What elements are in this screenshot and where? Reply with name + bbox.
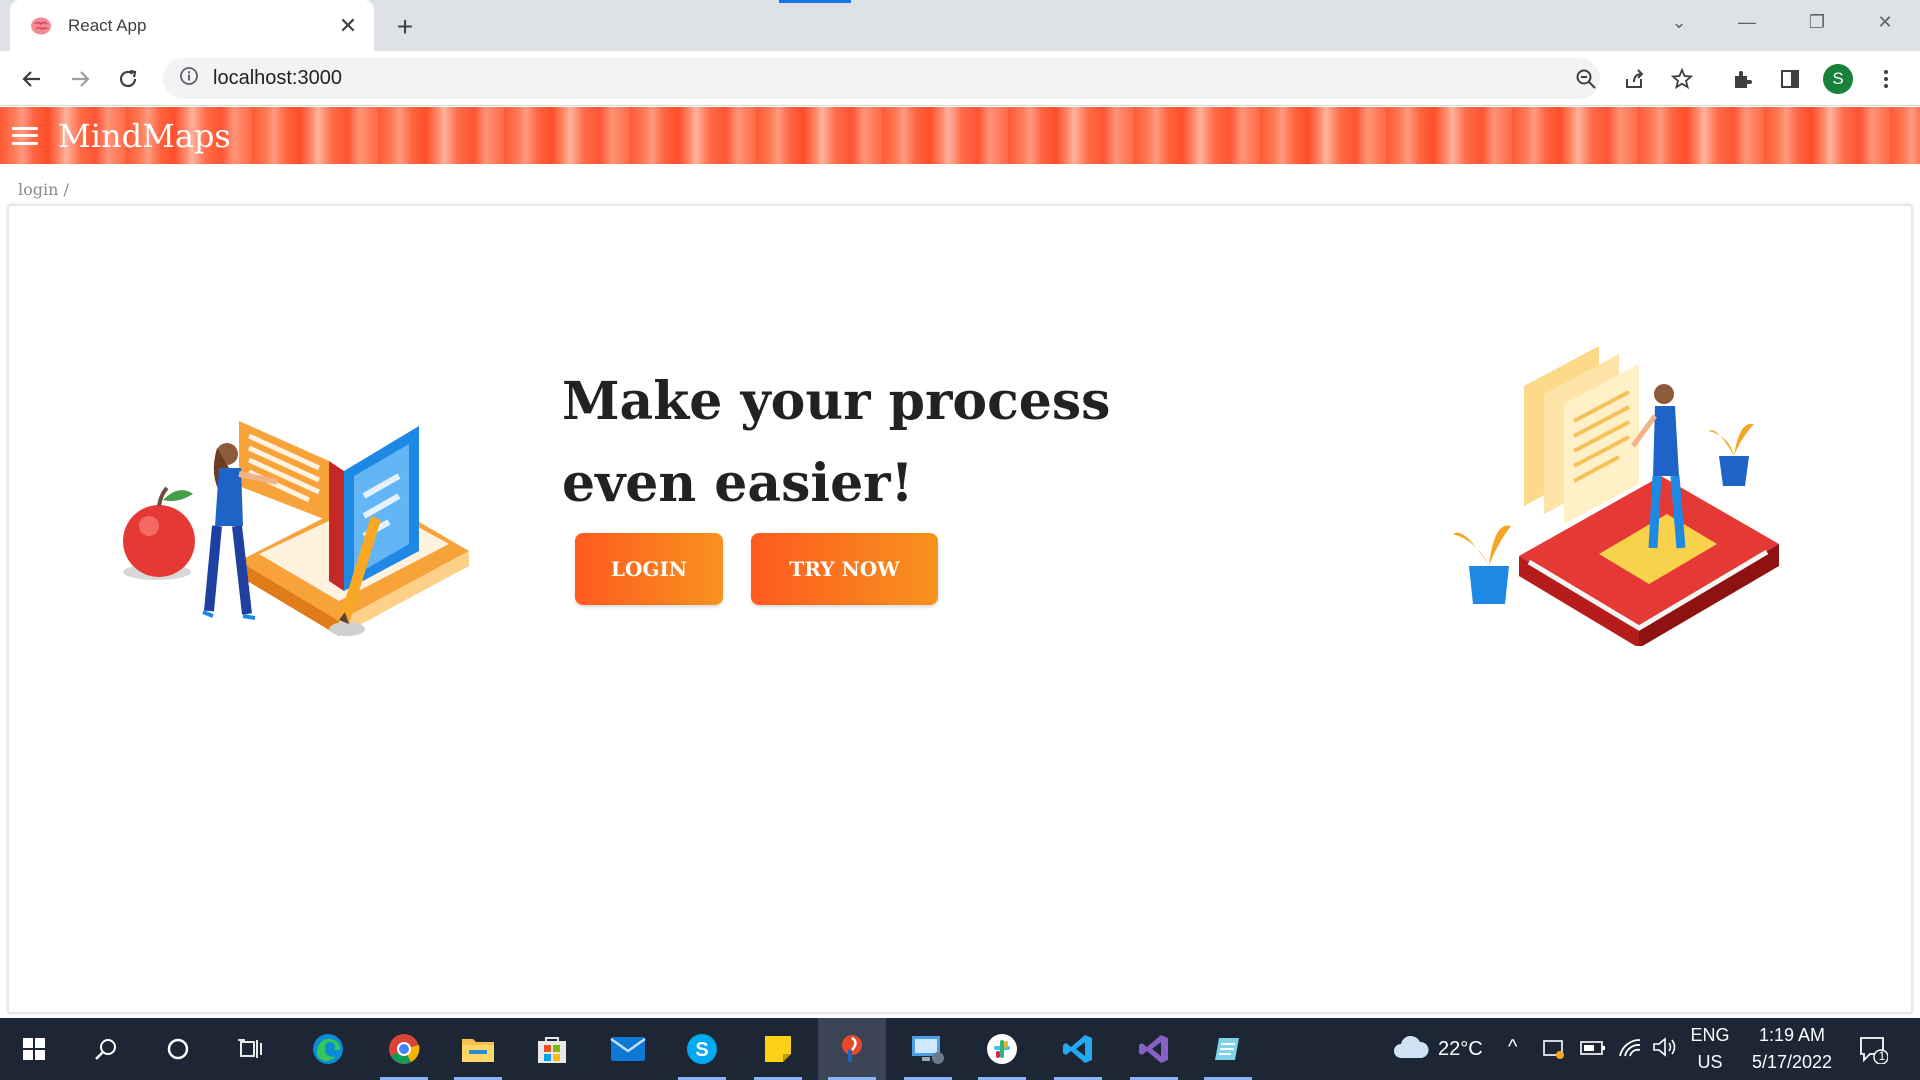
- hamburger-menu-icon[interactable]: [12, 124, 38, 148]
- reload-icon[interactable]: [110, 61, 146, 97]
- svg-text:S: S: [695, 1039, 708, 1061]
- breadcrumb: login /: [18, 180, 69, 199]
- vscode-icon[interactable]: [1044, 1018, 1112, 1080]
- show-hidden-icons-icon[interactable]: ^: [1508, 1036, 1517, 1059]
- new-tab-button[interactable]: +: [388, 10, 422, 44]
- browser-tab[interactable]: React App ✕: [10, 0, 374, 51]
- windows-start-icon[interactable]: [0, 1018, 68, 1080]
- microsoft-store-icon[interactable]: [518, 1018, 586, 1080]
- wifi-icon[interactable]: [1618, 1036, 1642, 1063]
- extensions-icon[interactable]: [1724, 61, 1760, 97]
- task-view-icon[interactable]: [216, 1018, 284, 1080]
- chrome-icon[interactable]: [370, 1018, 438, 1080]
- hero-title: Make your process even easier!: [562, 371, 1111, 514]
- cortana-icon[interactable]: [144, 1018, 212, 1080]
- minimize-button[interactable]: —: [1712, 0, 1782, 44]
- file-explorer-icon[interactable]: [444, 1018, 512, 1080]
- slack-icon[interactable]: [968, 1018, 1036, 1080]
- bookmark-star-icon[interactable]: [1664, 61, 1700, 97]
- search-icon[interactable]: [72, 1018, 140, 1080]
- profile-initial: S: [1823, 64, 1853, 94]
- weather-cloud-icon[interactable]: [1393, 1034, 1429, 1065]
- visual-studio-icon[interactable]: [1120, 1018, 1188, 1080]
- tab-loading-indicator: [779, 0, 851, 3]
- reading-illustration-right: [1453, 346, 1779, 646]
- skype-icon[interactable]: S: [668, 1018, 736, 1080]
- close-window-button[interactable]: ✕: [1850, 0, 1920, 44]
- share-icon[interactable]: [1616, 61, 1652, 97]
- mail-icon[interactable]: [594, 1018, 662, 1080]
- try-now-button[interactable]: TRY NOW: [751, 533, 938, 605]
- tab-search-icon[interactable]: ⌄: [1644, 0, 1714, 44]
- notification-count: 1: [1878, 1049, 1886, 1063]
- back-icon[interactable]: [14, 61, 50, 97]
- address-bar[interactable]: localhost:3000: [163, 58, 1693, 99]
- weather-temp[interactable]: 22°C: [1438, 1038, 1483, 1061]
- study-illustration-left: [123, 421, 469, 636]
- volume-icon[interactable]: [1652, 1036, 1678, 1063]
- app-brand[interactable]: MindMaps: [58, 117, 231, 155]
- language-secondary[interactable]: US: [1690, 1052, 1730, 1073]
- language-primary[interactable]: ENG: [1690, 1025, 1730, 1046]
- windows-taskbar: S 22°C ^ ENG US 1:19 AM 5/17/2022 1: [0, 1018, 1920, 1080]
- brain-icon: [30, 15, 52, 37]
- browser-tab-strip: React App ✕ + ⌄ — ❐ ✕: [0, 0, 1920, 51]
- tab-title: React App: [68, 15, 147, 35]
- clock-time[interactable]: 1:19 AM: [1742, 1025, 1842, 1046]
- active-app-icon[interactable]: [818, 1018, 886, 1080]
- profile-avatar[interactable]: S: [1820, 61, 1856, 97]
- restore-button[interactable]: ❐: [1782, 0, 1852, 44]
- edge-browser-icon[interactable]: [294, 1018, 362, 1080]
- close-tab-icon[interactable]: ✕: [334, 12, 362, 40]
- remote-desktop-icon[interactable]: [894, 1018, 962, 1080]
- login-button[interactable]: LOGIN: [575, 533, 723, 605]
- info-icon[interactable]: [179, 66, 199, 91]
- forward-icon[interactable]: [62, 61, 98, 97]
- zoom-icon[interactable]: [1568, 61, 1604, 97]
- app-header: MindMaps: [0, 107, 1920, 164]
- side-panel-icon[interactable]: [1772, 61, 1808, 97]
- security-icon[interactable]: [1542, 1037, 1566, 1066]
- clock-date[interactable]: 5/17/2022: [1742, 1052, 1842, 1073]
- url-text: localhost:3000: [213, 67, 342, 89]
- main-card: Make your process even easier! LOGIN TRY…: [8, 205, 1912, 1013]
- battery-icon[interactable]: [1580, 1040, 1606, 1061]
- browser-toolbar: localhost:3000 S: [0, 51, 1920, 106]
- notepad-icon[interactable]: [1194, 1018, 1262, 1080]
- more-menu-icon[interactable]: [1868, 61, 1904, 97]
- sticky-notes-icon[interactable]: [744, 1018, 812, 1080]
